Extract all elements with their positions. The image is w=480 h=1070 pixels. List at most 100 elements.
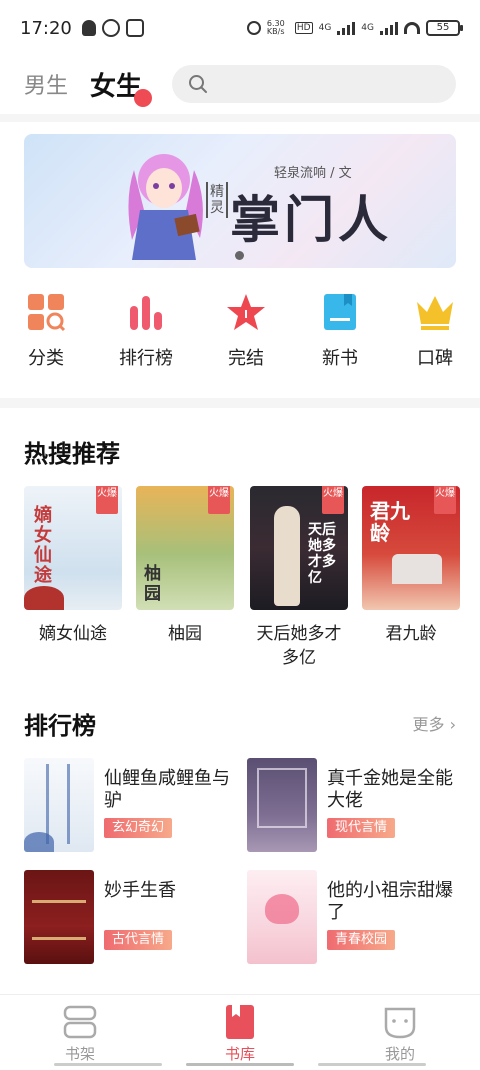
tab-male[interactable]: 男生 (24, 68, 68, 100)
nav-label: 书库 (224, 1045, 255, 1063)
book-icon (324, 294, 356, 330)
net-speed: 6.30 KB/s (266, 19, 285, 36)
signal-label-2: 4G (361, 23, 374, 33)
book-cover-text: 柚园 (144, 564, 161, 604)
hd-badge: HD (294, 22, 313, 34)
category-item-classify[interactable]: 分类 (6, 292, 86, 370)
nav-label: 书架 (64, 1045, 95, 1063)
cover-title-art (32, 900, 86, 940)
cover-building (392, 554, 442, 584)
status-bar: 17:20 6.30 KB/s HD 4G 4G 55 (0, 0, 480, 56)
genre-tag: 古代言情 (104, 930, 173, 950)
cover-flower-decoration (24, 832, 54, 852)
pay-icon (125, 19, 144, 37)
tab-female[interactable]: 女生 (90, 66, 153, 107)
book-card[interactable]: 嫡女仙途 火爆 嫡女仙途 (24, 486, 122, 646)
category-item-reputation[interactable]: 口碑 (395, 292, 475, 370)
category-icon (28, 294, 66, 332)
search-input[interactable] (172, 65, 456, 103)
rank-item[interactable]: 仙鲤鱼咸鲤鱼与驴 玄幻奇幻 (24, 758, 234, 854)
category-item-new-books[interactable]: 新书 (300, 292, 380, 370)
book-title: 天后她多才多亿 (256, 624, 342, 668)
rank-item[interactable]: 真千金她是全能大佬 现代言情 (247, 758, 457, 854)
crown-icon (417, 296, 453, 330)
nav-label: 我的 (384, 1045, 415, 1063)
bottom-nav: 书架 书库 我的 (0, 994, 480, 1070)
divider (0, 398, 480, 408)
nav-bookshelf[interactable]: 书架 (20, 1005, 140, 1064)
genre-tag: 现代言情 (327, 818, 396, 838)
hot-badge: 火爆 (322, 486, 344, 514)
rank-section-header: 排行榜 更多 › (24, 706, 456, 740)
indicator-bar (318, 1063, 426, 1066)
rank-book-cover (24, 870, 94, 964)
rank-book-title: 妙手生香 (104, 880, 176, 901)
ranking-icon (130, 296, 162, 330)
book-cover: 柚园 火爆 (136, 486, 234, 610)
banner-author: 轻泉流响 / 文 (274, 166, 352, 181)
rank-book-title: 仙鲤鱼咸鲤鱼与驴 (104, 768, 230, 811)
category-shortcuts: 分类 排行榜 完结 新书 口碑 (0, 292, 480, 388)
rank-book-cover (247, 758, 317, 852)
wifi-icon (404, 22, 420, 34)
book-cover: 天后她多才多亿 火爆 (250, 486, 348, 610)
hot-badge: 火爆 (434, 486, 456, 514)
book-cover-text: 嫡女仙途 (34, 505, 52, 586)
rank-book-cover (24, 758, 94, 852)
genre-tag: 玄幻奇幻 (104, 818, 173, 838)
banner-tag: 精灵 (206, 182, 228, 218)
rank-book-cover (247, 870, 317, 964)
active-tab-dot (134, 88, 153, 107)
status-time: 17:20 (20, 17, 72, 39)
banner-title: 掌门人 (230, 190, 392, 249)
category-label: 排行榜 (119, 348, 173, 369)
cover-title-art (46, 764, 70, 844)
category-item-finished[interactable]: 完结 (206, 292, 286, 370)
book-card[interactable]: 柚园 火爆 柚园 (136, 486, 234, 646)
category-label: 分类 (28, 348, 64, 369)
signal-icon (337, 21, 356, 35)
category-label: 完结 (228, 348, 264, 369)
star-icon (227, 294, 265, 330)
book-cover: 嫡女仙途 火爆 (24, 486, 122, 610)
carousel-indicator (235, 251, 244, 260)
signal-label-1: 4G (318, 23, 332, 33)
indicator-bar (54, 1063, 162, 1066)
rank-section-title: 排行榜 (24, 711, 96, 740)
library-icon (226, 1005, 254, 1039)
divider (0, 114, 480, 122)
banner-carousel[interactable]: 轻泉流响 / 文 精灵 掌门人 (24, 134, 456, 268)
top-nav: 男生 女生 (0, 56, 480, 112)
book-card[interactable]: 天后她多才多亿 火爆 天后她多才多亿 (250, 486, 348, 670)
nav-library[interactable]: 书库 (180, 1005, 300, 1064)
hot-badge: 火爆 (96, 486, 118, 514)
book-title: 柚园 (168, 624, 202, 644)
hot-badge: 火爆 (208, 486, 230, 514)
book-cover-text: 君九龄 (370, 499, 410, 545)
alarm-icon (246, 21, 261, 35)
nav-profile[interactable]: 我的 (340, 1005, 460, 1064)
book-title: 君九龄 (385, 624, 437, 644)
indicator-bar (186, 1063, 294, 1066)
rank-item[interactable]: 他的小祖宗甜爆了 青春校园 (247, 870, 457, 966)
cover-flower-decoration (24, 586, 64, 610)
bookshelf-icon (63, 1005, 97, 1039)
category-label: 新书 (322, 348, 358, 369)
category-label: 口碑 (417, 348, 453, 369)
rank-book-title: 真千金她是全能大佬 (327, 768, 453, 811)
book-card[interactable]: 君九龄 火爆 君九龄 (362, 486, 460, 646)
signal-icon-2 (380, 21, 398, 35)
search-icon (189, 75, 207, 93)
profile-icon (384, 1007, 416, 1039)
genre-tag: 青春校园 (327, 930, 396, 950)
hot-section-title: 热搜推荐 (24, 440, 120, 468)
book-cover: 君九龄 火爆 (362, 486, 460, 610)
rank-item[interactable]: 妙手生香 古代言情 (24, 870, 234, 966)
book-title: 嫡女仙途 (39, 624, 107, 644)
cover-figure (274, 506, 300, 606)
cover-heart (265, 894, 299, 924)
more-link[interactable]: 更多 › (413, 711, 457, 735)
book-cover-text: 天后她多才多亿 (308, 522, 336, 586)
category-item-ranking[interactable]: 排行榜 (106, 292, 186, 370)
qq-icon (81, 20, 96, 36)
